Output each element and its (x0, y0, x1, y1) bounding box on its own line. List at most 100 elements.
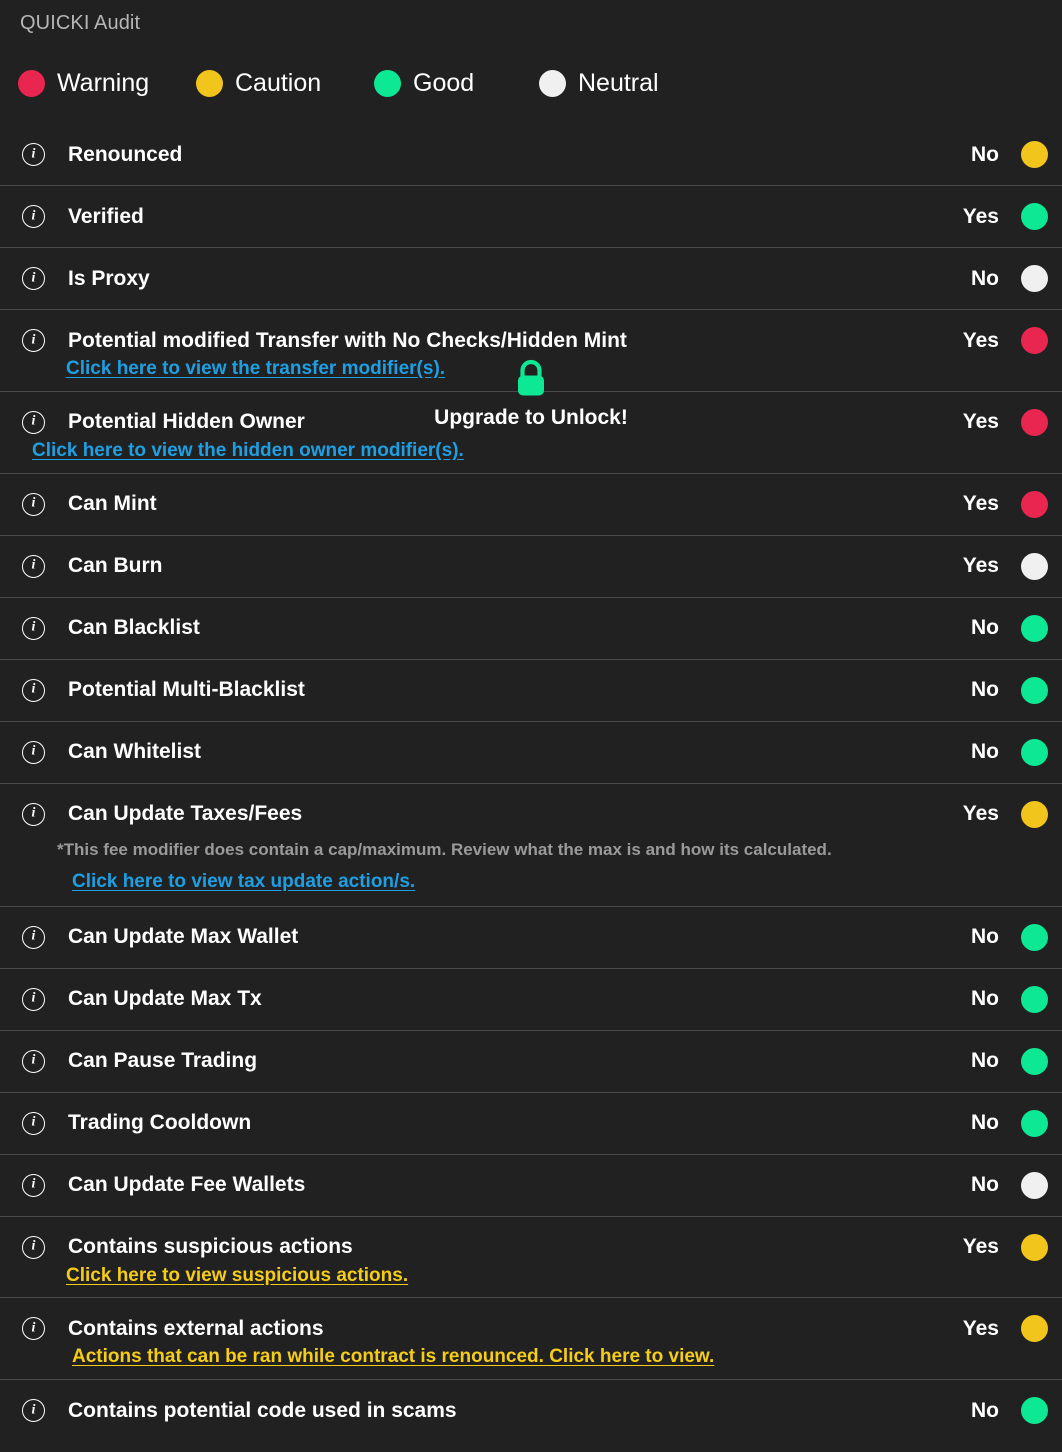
audit-row-result: No (951, 969, 1048, 1030)
audit-row-value: No (951, 1173, 999, 1197)
info-icon[interactable] (22, 741, 45, 764)
audit-row: Potential modified Transfer with No Chec… (0, 309, 1062, 391)
audit-row-label: Contains potential code used in scams (68, 1399, 457, 1423)
audit-row-main: Can Update Max Wallet No (0, 907, 1062, 968)
audit-row-main: Can Update Taxes/FeesYes (0, 784, 1062, 845)
status-dot-good (1021, 615, 1048, 642)
info-icon[interactable] (22, 267, 45, 290)
audit-row-main: Can Update Max TxNo (0, 969, 1062, 1030)
status-dot-good (1021, 986, 1048, 1013)
audit-row-label: Contains external actions (68, 1317, 324, 1341)
audit-row-main: Can Mint Yes (0, 474, 1062, 535)
audit-row-result: Yes (951, 474, 1048, 535)
status-dot-good (1021, 677, 1048, 704)
info-icon[interactable] (22, 617, 45, 640)
audit-row-label: Can Burn (68, 554, 163, 578)
audit-row-result: Yes (951, 310, 1048, 371)
audit-row-main: Verified Yes (0, 186, 1062, 247)
audit-row-value: No (951, 143, 999, 167)
info-icon[interactable] (22, 803, 45, 826)
status-dot-neutral (1021, 265, 1048, 292)
audit-row-label: Potential Multi-Blacklist (68, 678, 305, 702)
info-icon[interactable] (22, 988, 45, 1011)
audit-row: Potential Hidden OwnerYesClick here to v… (0, 391, 1062, 473)
audit-row-result: No (951, 248, 1048, 309)
page-title: QUICKI Audit (20, 12, 140, 35)
legend-item-warning: Warning (18, 69, 196, 98)
info-icon[interactable] (22, 926, 45, 949)
info-icon[interactable] (22, 1112, 45, 1135)
status-dot-caution (1021, 1315, 1048, 1342)
audit-row-main: Can Whitelist No (0, 722, 1062, 783)
audit-row: Can Update Taxes/FeesYes*This fee modifi… (0, 783, 1062, 906)
audit-row-label: Verified (68, 205, 144, 229)
audit-row-main: Potential modified Transfer with No Chec… (0, 310, 1062, 371)
audit-row: Can Pause TradingNo (0, 1030, 1062, 1092)
info-icon[interactable] (22, 679, 45, 702)
audit-row-label: Can Update Max Wallet (68, 925, 298, 949)
audit-row: Contains suspicious actionsYesClick here… (0, 1216, 1062, 1298)
info-icon[interactable] (22, 143, 45, 166)
status-dot-good (374, 70, 401, 97)
info-icon[interactable] (22, 1317, 45, 1340)
info-icon[interactable] (22, 329, 45, 352)
audit-row-value: Yes (951, 492, 999, 516)
audit-row-main: Trading CooldownNo (0, 1093, 1062, 1154)
audit-row-value: Yes (951, 802, 999, 826)
audit-row-value: Yes (951, 1235, 999, 1259)
audit-row-result: No (951, 907, 1048, 968)
audit-row-label: Can Pause Trading (68, 1049, 257, 1073)
audit-row-label: Potential modified Transfer with No Chec… (68, 329, 627, 353)
audit-rows-list: RenouncedNoVerifiedYesIs ProxyNoPotentia… (0, 124, 1062, 1441)
status-dot-warning (1021, 409, 1048, 436)
info-icon[interactable] (22, 1399, 45, 1422)
audit-row: Contains external actionsYesActions that… (0, 1297, 1062, 1379)
audit-row-result: No (951, 124, 1048, 185)
audit-row-label: Potential Hidden Owner (68, 410, 305, 434)
audit-row-value: Yes (951, 329, 999, 353)
audit-row-result: Yes (951, 1298, 1048, 1359)
audit-row-result: Yes (951, 392, 1048, 453)
audit-row-main: Can BurnYes (0, 536, 1062, 597)
audit-row-result: Yes (951, 1217, 1048, 1278)
audit-row-main: Contains suspicious actionsYes (0, 1217, 1062, 1278)
audit-row-value: No (951, 267, 999, 291)
audit-row: Can Mint Yes (0, 473, 1062, 535)
status-dot-caution (196, 70, 223, 97)
audit-row: Can BlacklistNo (0, 597, 1062, 659)
audit-row: Potential Multi-Blacklist No (0, 659, 1062, 721)
info-icon[interactable] (22, 493, 45, 516)
audit-row-label: Can Update Fee Wallets (68, 1173, 305, 1197)
audit-row-result: Yes (951, 186, 1048, 247)
status-dot-good (1021, 1110, 1048, 1137)
info-icon[interactable] (22, 555, 45, 578)
info-icon[interactable] (22, 205, 45, 228)
status-dot-neutral (1021, 1172, 1048, 1199)
legend-item-good: Good (374, 69, 539, 98)
audit-row-value: No (951, 1399, 999, 1423)
audit-row: Can Update Max Wallet No (0, 906, 1062, 968)
audit-row-result: No (951, 660, 1048, 721)
audit-row-value: Yes (951, 1317, 999, 1341)
audit-row-value: No (951, 616, 999, 640)
info-icon[interactable] (22, 1050, 45, 1073)
legend-item-neutral: Neutral (539, 69, 709, 98)
audit-row-label: Can Mint (68, 492, 157, 516)
audit-row: Can BurnYes (0, 535, 1062, 597)
audit-row-link[interactable]: Click here to view tax update action/s. (72, 870, 415, 894)
audit-row-result: No (951, 598, 1048, 659)
status-dot-good (1021, 924, 1048, 951)
info-icon[interactable] (22, 411, 45, 434)
audit-row-label: Can Whitelist (68, 740, 201, 764)
legend-label: Neutral (578, 69, 659, 98)
audit-row-label: Trading Cooldown (68, 1111, 251, 1135)
audit-row-result: No (951, 1155, 1048, 1216)
audit-row-label: Renounced (68, 143, 182, 167)
status-dot-warning (1021, 491, 1048, 518)
status-dot-warning (1021, 327, 1048, 354)
info-icon[interactable] (22, 1174, 45, 1197)
audit-row: Verified Yes (0, 185, 1062, 247)
audit-row-main: Can Update Fee Wallets No (0, 1155, 1062, 1216)
info-icon[interactable] (22, 1236, 45, 1259)
audit-row-result: No (951, 722, 1048, 783)
